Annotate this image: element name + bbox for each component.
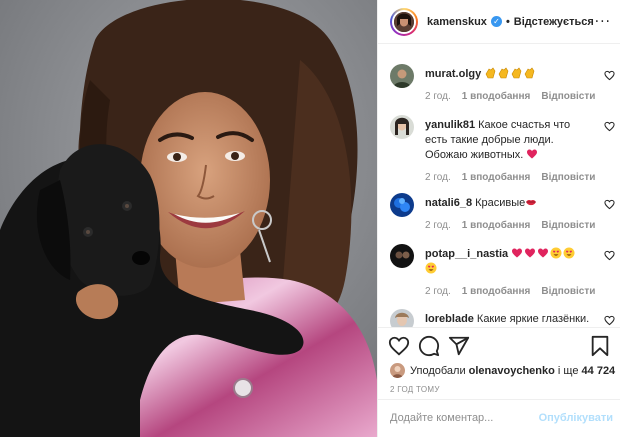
like-heart-icon[interactable]: [388, 335, 410, 357]
post-timestamp[interactable]: 2 ГОД ТОМУ: [390, 385, 440, 394]
heart-eyes-emoji-icon: [563, 247, 575, 259]
add-comment-input[interactable]: [390, 412, 540, 424]
verified-badge-icon: ✓: [490, 16, 502, 27]
comment-text: Красивые: [475, 197, 526, 209]
header-separator: •: [505, 15, 510, 28]
comment-like-heart-icon[interactable]: [604, 250, 616, 262]
comment-like-heart-icon[interactable]: [604, 315, 616, 327]
comments-list[interactable]: murat.olgy 2 год. 1 вподобання Відповісти …: [378, 45, 620, 327]
reply-button[interactable]: Відповісти: [541, 286, 595, 297]
comment-body: murat.olgy 2 год. 1 вподобання Відповісти: [425, 67, 595, 104]
comment-username[interactable]: yanulik81: [425, 119, 475, 131]
author-avatar[interactable]: [390, 7, 418, 36]
following-button[interactable]: Відстежується: [514, 16, 594, 28]
comment-body: loreblade Какие яркие глазёнки.: [425, 312, 591, 327]
comment-like-heart-icon[interactable]: [604, 70, 616, 82]
clapping-hands-icon: [510, 67, 522, 79]
comment-time: 2 год.: [425, 172, 451, 183]
author-username[interactable]: kamenskux: [427, 16, 487, 28]
red-heart-icon: [511, 247, 523, 259]
comment-username[interactable]: loreblade: [425, 313, 474, 325]
red-heart-icon: [537, 247, 549, 259]
lips-icon: [525, 196, 537, 208]
comment-likes[interactable]: 1 вподобання: [462, 286, 531, 297]
post-side-panel: kamenskux ✓ • Відстежується ··· murat.ol…: [377, 0, 620, 437]
add-comment-bar: Опублікувати: [378, 399, 620, 437]
reply-button[interactable]: Відповісти: [541, 91, 595, 102]
commenter-avatar[interactable]: [390, 244, 414, 268]
avatar-icon: [394, 11, 414, 32]
comment-likes[interactable]: 1 вподобання: [462, 172, 531, 183]
clapping-hands-icon: [523, 67, 535, 79]
comment-icon[interactable]: [418, 335, 440, 357]
bookmark-icon[interactable]: [589, 335, 611, 357]
comment-text: Какие яркие глазёнки.: [476, 313, 590, 325]
likes-middle: і ще: [557, 364, 579, 377]
comment-likes[interactable]: 1 вподобання: [462, 220, 531, 231]
likes-count[interactable]: 44 724: [582, 365, 616, 377]
liker-username[interactable]: olenavoychenko: [469, 365, 555, 377]
comment-body: natali6_8 Красивые 2 год. 1 вподобання Відп…: [425, 196, 595, 233]
comment-time: 2 год.: [425, 91, 451, 102]
heart-eyes-emoji-icon: [425, 262, 437, 274]
comment-meta: 2 год. 1 вподобання Відповісти: [425, 218, 595, 233]
post-photo[interactable]: [0, 0, 377, 437]
commenter-avatar[interactable]: [390, 115, 414, 139]
clapping-hands-icon: [484, 67, 496, 79]
reply-button[interactable]: Відповісти: [541, 220, 595, 231]
post-header: kamenskux ✓ • Відстежується ···: [378, 0, 620, 44]
more-options-icon[interactable]: ···: [595, 14, 611, 30]
commenter-avatar[interactable]: [390, 64, 414, 88]
liker-avatar[interactable]: [390, 363, 405, 378]
heart-eyes-emoji-icon: [550, 247, 562, 259]
comment-body: yanulik81 Какое счастья что есть такие до…: [425, 118, 595, 185]
likes-summary: Уподобали olenavoychenko і ще 44 724: [390, 363, 615, 378]
comment-username[interactable]: murat.olgy: [425, 68, 481, 80]
comment-meta: 2 год. 1 вподобання Відповісти: [425, 284, 595, 299]
share-icon[interactable]: [448, 335, 470, 357]
comment-time: 2 год.: [425, 286, 451, 297]
red-heart-icon: [524, 247, 536, 259]
comment-like-heart-icon[interactable]: [604, 199, 616, 211]
comment-meta: 2 год. 1 вподобання Відповісти: [425, 89, 595, 104]
photo-illustration: [0, 0, 377, 437]
post-comment-button[interactable]: Опублікувати: [539, 412, 613, 424]
commenter-avatar[interactable]: [390, 309, 414, 327]
commenter-avatar[interactable]: [390, 193, 414, 217]
comment-likes[interactable]: 1 вподобання: [462, 91, 531, 102]
comment-like-heart-icon[interactable]: [604, 121, 616, 133]
clapping-hands-icon: [497, 67, 509, 79]
comment-time: 2 год.: [425, 220, 451, 231]
instagram-post: kamenskux ✓ • Відстежується ··· murat.ol…: [0, 0, 620, 437]
likes-prefix: Уподобали: [410, 364, 466, 377]
comment-body: potap__i_nastia 2 год. 1 вподобання Відпов…: [425, 247, 595, 299]
comment-username[interactable]: potap__i_nastia: [425, 248, 508, 260]
comment-meta: 2 год. 1 вподобання Відповісти: [425, 170, 595, 185]
comment-username[interactable]: natali6_8: [425, 197, 472, 209]
post-actions: Уподобали olenavoychenko і ще 44 724 2 Г…: [378, 327, 620, 437]
reply-button[interactable]: Відповісти: [541, 172, 595, 183]
red-heart-icon: [526, 148, 538, 160]
